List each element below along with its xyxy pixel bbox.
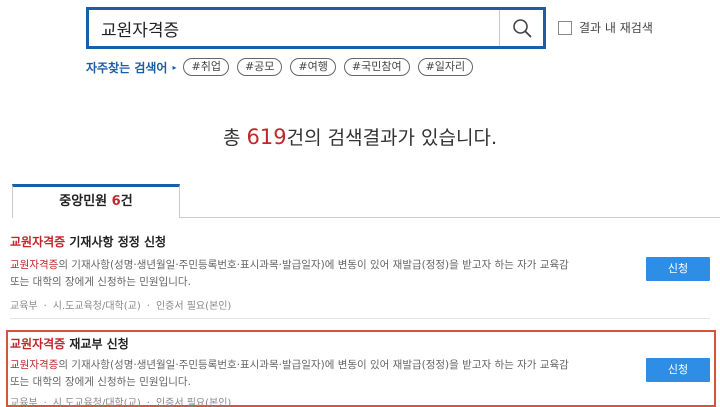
keyword-tag-employment[interactable]: #일자리 [417,58,474,76]
popular-keywords: 자주찾는 검색어 ▸ #취업 #공모 #여행 #국민참여 #일자리 [86,58,481,76]
desc-text: 의 기재사항(성명·생년월일·주민등록번호·표시과목·발급일자)에 변동이 있어… [10,259,569,288]
result-description: 교원자격증의 기재사항(성명·생년월일·주민등록번호·표시과목·발급일자)에 변… [10,257,580,291]
title-text: 기재사항 정정 신청 [65,235,167,249]
title-text: 재교부 신청 [65,337,129,351]
title-keyword: 교원자격증 [10,337,66,351]
keyword-tag-travel[interactable]: #여행 [290,58,336,76]
research-label: 결과 내 재검색 [579,21,653,35]
search-icon [512,19,531,38]
list-item: 교원자격증 기재사항 정정 신청 교원자격증의 기재사항(성명·생년월일·주민등… [10,233,710,312]
tab-label: 중앙민원 [59,194,112,209]
apply-button[interactable]: 신청 [646,257,710,281]
summary-prefix: 총 [222,127,247,149]
search-button[interactable] [499,10,543,46]
tab-unit: 건 [120,194,133,209]
meta-office: 시.도교육청/대학(교) [52,398,141,407]
tab-central-civil[interactable]: 중앙민원 6건 [12,184,180,218]
tab-count: 6 [111,194,121,209]
result-title[interactable]: 교원자격증 기재사항 정정 신청 [10,233,710,250]
result-summary: 총 619건의 검색결과가 있습니다. [0,123,720,150]
desc-keyword: 교원자격증 [10,359,59,371]
arrow-right-icon: ▸ [172,62,177,72]
popular-keywords-title: 자주찾는 검색어 [86,60,168,75]
search-box [86,7,546,49]
result-title[interactable]: 교원자격증 재교부 신청 [10,335,710,352]
keyword-tag-participation[interactable]: #국민참여 [343,58,410,76]
list-item: 교원자격증 재교부 신청 교원자격증의 기재사항(성명·생년월일·주민등록번호·… [10,335,710,407]
result-description: 교원자격증의 기재사항(성명·생년월일·주민등록번호·표시과목·발급일자)에 변… [10,357,580,391]
meta-auth: 인증서 필요(본인) [155,301,232,312]
meta-office: 시.도교육청/대학(교) [52,301,141,312]
divider [10,318,710,319]
meta-ministry: 교육부 [10,301,38,312]
desc-keyword: 교원자격증 [10,259,59,271]
research-checkbox[interactable] [558,20,572,35]
title-keyword: 교원자격증 [10,235,66,249]
tab-underline [180,217,720,218]
desc-text: 의 기재사항(성명·생년월일·주민등록번호·표시과목·발급일자)에 변동이 있어… [10,359,569,388]
meta-auth: 인증서 필요(본인) [155,398,232,407]
result-meta: 교육부 · 시.도교육청/대학(교) · 인증서 필요(본인) [10,398,232,407]
result-count: 619 [246,125,287,149]
keyword-tag-contest[interactable]: #공모 [236,58,283,76]
result-meta: 교육부 · 시.도교육청/대학(교) · 인증서 필요(본인) [10,301,232,312]
keyword-tag-job[interactable]: #취업 [183,58,229,76]
summary-suffix: 건의 검색결과가 있습니다. [286,127,498,149]
research-within-results[interactable]: 결과 내 재검색 [558,19,653,36]
apply-button[interactable]: 신청 [646,358,710,382]
meta-ministry: 교육부 [10,398,38,407]
search-input[interactable] [89,10,501,46]
